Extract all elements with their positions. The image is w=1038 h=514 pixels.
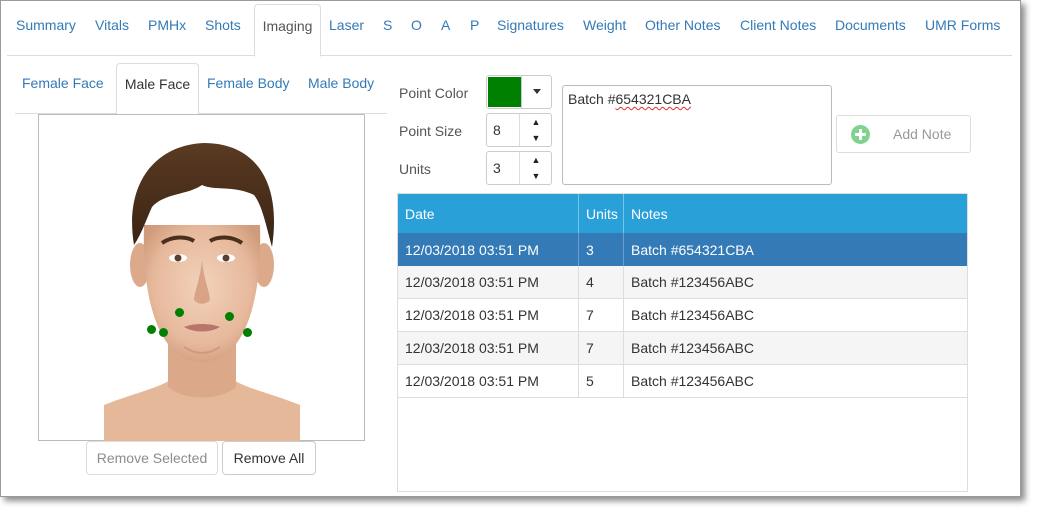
color-dropdown-toggle[interactable]	[521, 76, 552, 108]
tab-signatures[interactable]: Signatures	[497, 4, 564, 56]
cell-date: 12/03/2018 03:51 PM	[405, 307, 539, 323]
cell-date: 12/03/2018 03:51 PM	[405, 241, 539, 258]
increment-icon[interactable]: ▲	[520, 152, 552, 168]
tab-documents[interactable]: Documents	[835, 4, 906, 56]
units-label: Units	[399, 161, 431, 177]
remove-all-button[interactable]: Remove All	[222, 441, 316, 475]
note-textarea[interactable]: Batch #654321CBA	[562, 85, 832, 185]
cell-notes: Batch #654321CBA	[623, 233, 967, 266]
point-color-label: Point Color	[399, 85, 469, 101]
table-row[interactable]: 12/03/2018 03:51 PM 7 Batch #123456ABC	[398, 299, 967, 332]
tab-other-notes[interactable]: Other Notes	[645, 4, 720, 56]
table-row[interactable]: 12/03/2018 03:51 PM 4 Batch #123456ABC	[398, 266, 967, 299]
decrement-icon[interactable]: ▼	[520, 168, 552, 184]
tab-female-body[interactable]: Female Body	[207, 63, 289, 114]
tab-pmhx[interactable]: PMHx	[148, 4, 186, 56]
point-size-stepper[interactable]: 8 ▲ ▼	[486, 113, 552, 147]
increment-icon[interactable]: ▲	[520, 114, 552, 130]
cell-notes: Batch #123456ABC	[623, 365, 967, 397]
injection-point[interactable]	[159, 328, 168, 337]
tab-shots[interactable]: Shots	[205, 4, 241, 56]
tab-client-notes[interactable]: Client Notes	[740, 4, 816, 56]
point-size-label: Point Size	[399, 123, 463, 139]
table-row[interactable]: 12/03/2018 03:51 PM 3 Batch #654321CBA	[398, 233, 967, 266]
plus-circle-icon	[851, 125, 870, 144]
cell-units: 7	[578, 299, 623, 331]
cell-notes: Batch #123456ABC	[623, 266, 967, 298]
app-window: Summary Vitals PMHx Shots Imaging Laser …	[0, 0, 1021, 497]
tab-laser[interactable]: Laser	[329, 4, 364, 56]
tab-p[interactable]: P	[470, 4, 479, 56]
tab-umr-forms[interactable]: UMR Forms	[925, 4, 1000, 56]
cell-units: 4	[578, 266, 623, 298]
tab-s[interactable]: S	[383, 4, 392, 56]
point-size-value: 8	[493, 122, 501, 138]
units-arrows: ▲ ▼	[519, 152, 552, 184]
injection-point[interactable]	[243, 328, 252, 337]
note-code: 654321CBA	[615, 91, 691, 107]
tab-summary[interactable]: Summary	[16, 4, 76, 56]
units-stepper[interactable]: 3 ▲ ▼	[486, 151, 552, 185]
point-size-arrows: ▲ ▼	[519, 114, 552, 146]
point-color-picker[interactable]	[486, 75, 552, 109]
male-face-image	[104, 125, 300, 441]
add-note-button[interactable]: Add Note	[836, 115, 971, 153]
cell-date: 12/03/2018 03:51 PM	[405, 340, 539, 356]
units-value: 3	[493, 160, 501, 176]
tab-weight[interactable]: Weight	[583, 4, 626, 56]
main-tab-bar: Summary Vitals PMHx Shots Imaging Laser …	[7, 4, 1012, 57]
cell-units: 7	[578, 332, 623, 364]
remove-selected-button[interactable]: Remove Selected	[86, 441, 218, 475]
tab-a[interactable]: A	[441, 4, 450, 56]
injection-point[interactable]	[225, 312, 234, 321]
tab-o[interactable]: O	[411, 4, 422, 56]
injection-point[interactable]	[147, 325, 156, 334]
notes-table: Date Units Notes 12/03/2018 03:51 PM 3 B…	[397, 193, 968, 492]
tab-male-face[interactable]: Male Face	[116, 63, 199, 115]
chevron-down-icon	[533, 89, 541, 94]
column-header-date[interactable]: Date	[398, 194, 578, 233]
table-row[interactable]: 12/03/2018 03:51 PM 7 Batch #123456ABC	[398, 332, 967, 365]
decrement-icon[interactable]: ▼	[520, 130, 552, 146]
tab-female-face[interactable]: Female Face	[22, 63, 104, 114]
cell-notes: Batch #123456ABC	[623, 332, 967, 364]
column-header-units[interactable]: Units	[578, 194, 623, 233]
cell-date: 12/03/2018 03:51 PM	[405, 274, 539, 290]
cell-date: 12/03/2018 03:51 PM	[405, 373, 539, 389]
note-prefix: Batch #	[568, 91, 616, 107]
tab-vitals[interactable]: Vitals	[95, 4, 129, 56]
cell-notes: Batch #123456ABC	[623, 299, 967, 331]
column-header-notes[interactable]: Notes	[623, 194, 967, 233]
image-tab-bar: Female Face Male Face Female Body Male B…	[15, 63, 387, 115]
color-swatch	[488, 77, 521, 107]
cell-units: 3	[578, 233, 623, 266]
table-row[interactable]: 12/03/2018 03:51 PM 5 Batch #123456ABC	[398, 365, 967, 398]
cell-units: 5	[578, 365, 623, 397]
tab-male-body[interactable]: Male Body	[308, 63, 374, 114]
add-note-label: Add Note	[893, 126, 952, 142]
tab-imaging[interactable]: Imaging	[254, 4, 321, 57]
injection-point[interactable]	[175, 308, 184, 317]
table-header: Date Units Notes	[398, 194, 967, 233]
face-canvas[interactable]	[38, 114, 365, 441]
